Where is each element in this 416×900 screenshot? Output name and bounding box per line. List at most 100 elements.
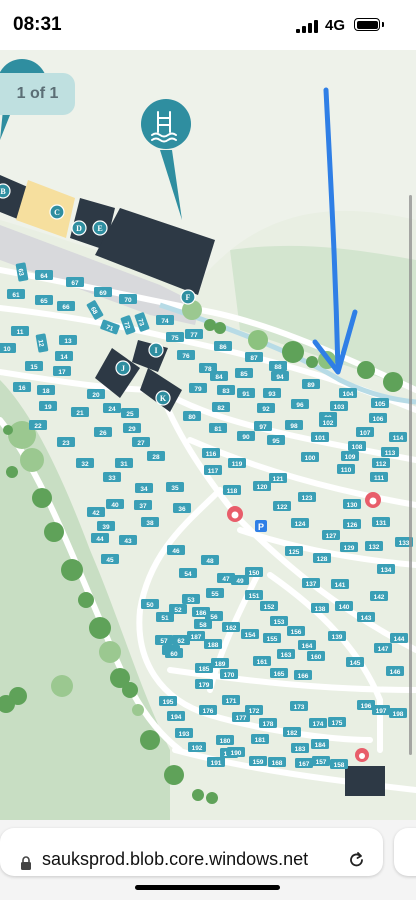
plot-35[interactable]: 35 [166, 482, 184, 492]
plot-145[interactable]: 145 [346, 657, 364, 667]
plot-164[interactable]: 164 [298, 640, 316, 650]
plot-158[interactable]: 158 [330, 759, 348, 769]
plot-110[interactable]: 110 [337, 464, 355, 474]
plot-40[interactable]: 40 [106, 499, 124, 509]
plot-89[interactable]: 89 [302, 379, 320, 389]
plot-83[interactable]: 83 [217, 385, 235, 395]
plot-81[interactable]: 81 [209, 423, 227, 433]
plot-55[interactable]: 55 [206, 588, 224, 598]
plot-91[interactable]: 91 [237, 388, 255, 398]
plot-101[interactable]: 101 [311, 432, 329, 442]
plot-154[interactable]: 154 [241, 629, 259, 639]
plot-96[interactable]: 96 [291, 399, 309, 409]
plot-116[interactable]: 116 [202, 448, 220, 458]
plot-166[interactable]: 166 [294, 670, 312, 680]
plot-137[interactable]: 137 [302, 578, 320, 588]
plot-25[interactable]: 25 [121, 408, 139, 418]
plot-180[interactable]: 180 [216, 735, 234, 745]
plot-121[interactable]: 121 [269, 473, 287, 483]
plot-11[interactable]: 11 [11, 326, 29, 336]
plot-191[interactable]: 191 [207, 757, 225, 767]
plot-43[interactable]: 43 [119, 535, 137, 545]
plot-112[interactable]: 112 [372, 458, 390, 468]
plot-141[interactable]: 141 [331, 579, 349, 589]
plot-156[interactable]: 156 [287, 626, 305, 636]
plot-188[interactable]: 188 [204, 639, 222, 649]
plot-108[interactable]: 108 [348, 441, 366, 451]
plot-193[interactable]: 193 [175, 728, 193, 738]
plot-15[interactable]: 15 [25, 361, 43, 371]
plot-144[interactable]: 144 [390, 633, 408, 643]
plot-37[interactable]: 37 [134, 500, 152, 510]
plot-46[interactable]: 46 [167, 545, 185, 555]
plot-69[interactable]: 69 [94, 287, 112, 297]
plot-153[interactable]: 153 [270, 616, 288, 626]
plot-34[interactable]: 34 [135, 483, 153, 493]
plot-128[interactable]: 128 [313, 553, 331, 563]
plot-182[interactable]: 182 [283, 727, 301, 737]
plot-129[interactable]: 129 [340, 542, 358, 552]
plot-48[interactable]: 48 [201, 555, 219, 565]
plot-161[interactable]: 161 [253, 656, 271, 666]
plot-67[interactable]: 67 [66, 277, 84, 287]
plot-13[interactable]: 13 [59, 335, 77, 345]
plot-127[interactable]: 127 [322, 530, 340, 540]
plot-76[interactable]: 76 [177, 350, 195, 360]
plot-61[interactable]: 61 [7, 289, 25, 299]
plot-94[interactable]: 94 [271, 371, 289, 381]
plot-10[interactable]: 10 [0, 343, 16, 353]
plot-45[interactable]: 45 [101, 554, 119, 564]
plot-100[interactable]: 100 [301, 452, 319, 462]
plot-14[interactable]: 14 [55, 351, 73, 361]
plot-87[interactable]: 87 [245, 352, 263, 362]
plot-82[interactable]: 82 [212, 402, 230, 412]
plot-36[interactable]: 36 [173, 503, 191, 513]
plot-58[interactable]: 58 [194, 619, 212, 629]
plot-57[interactable]: 57 [155, 635, 173, 645]
plot-118[interactable]: 118 [223, 485, 241, 495]
plot-53[interactable]: 53 [182, 594, 200, 604]
plot-162[interactable]: 162 [222, 622, 240, 632]
plot-150[interactable]: 150 [245, 567, 263, 577]
plot-125[interactable]: 125 [285, 546, 303, 556]
plot-17[interactable]: 17 [53, 366, 71, 376]
plot-168[interactable]: 168 [268, 757, 286, 767]
plot-64[interactable]: 64 [35, 270, 53, 280]
plot-86[interactable]: 86 [214, 341, 232, 351]
plot-195[interactable]: 195 [159, 696, 177, 706]
plot-147[interactable]: 147 [374, 643, 392, 653]
plot-31[interactable]: 31 [115, 458, 133, 468]
plot-54[interactable]: 54 [179, 568, 197, 578]
plot-165[interactable]: 165 [270, 668, 288, 678]
plot-138[interactable]: 138 [311, 603, 329, 613]
plot-155[interactable]: 155 [263, 633, 281, 643]
plot-111[interactable]: 111 [370, 472, 388, 482]
plot-75[interactable]: 75 [166, 332, 184, 342]
plot-23[interactable]: 23 [57, 437, 75, 447]
plot-104[interactable]: 104 [339, 388, 357, 398]
plot-134[interactable]: 134 [377, 564, 395, 574]
plot-95[interactable]: 95 [267, 435, 285, 445]
plot-167[interactable]: 167 [295, 758, 313, 768]
plot-93[interactable]: 93 [263, 388, 281, 398]
plot-52[interactable]: 52 [169, 604, 187, 614]
plot-163[interactable]: 163 [277, 649, 295, 659]
plot-171[interactable]: 171 [222, 695, 240, 705]
plot-80[interactable]: 80 [183, 411, 201, 421]
plot-28[interactable]: 28 [147, 451, 165, 461]
plot-117[interactable]: 117 [204, 465, 222, 475]
plot-27[interactable]: 27 [132, 437, 150, 447]
plot-42[interactable]: 42 [87, 507, 105, 517]
plot-50[interactable]: 50 [141, 599, 159, 609]
plot-192[interactable]: 192 [188, 742, 206, 752]
plot-160[interactable]: 160 [307, 651, 325, 661]
plot-103[interactable]: 103 [330, 401, 348, 411]
plot-184[interactable]: 184 [311, 739, 329, 749]
plot-142[interactable]: 142 [370, 591, 388, 601]
plot-119[interactable]: 119 [228, 458, 246, 468]
plot-32[interactable]: 32 [76, 458, 94, 468]
plot-186[interactable]: 186 [192, 607, 210, 617]
plot-139[interactable]: 139 [328, 631, 346, 641]
plot-107[interactable]: 107 [356, 427, 374, 437]
plot-126[interactable]: 126 [343, 519, 361, 529]
